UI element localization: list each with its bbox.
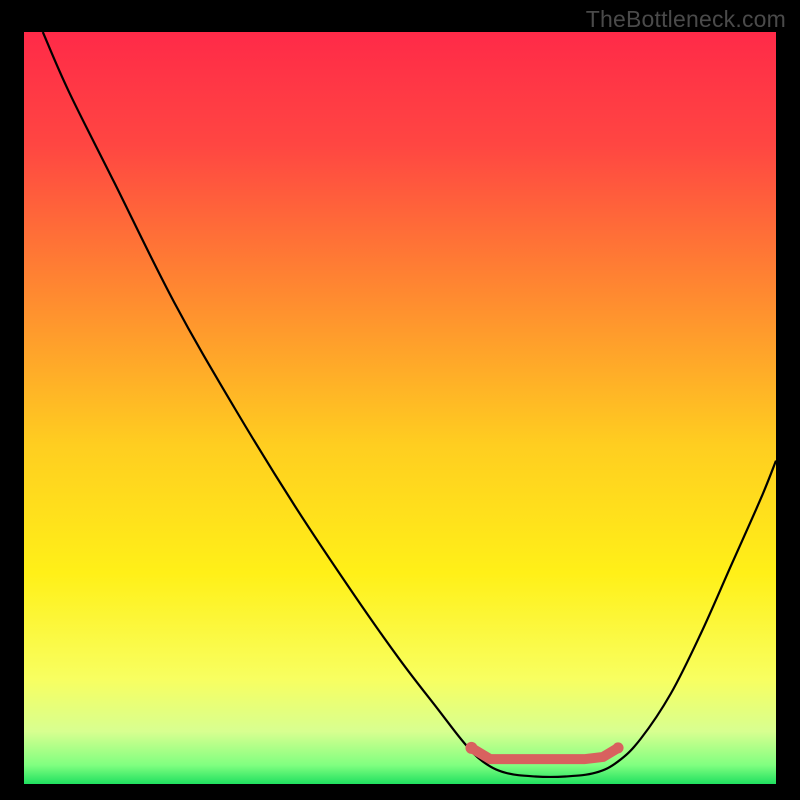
optimal-range-endpoint-left xyxy=(465,742,477,754)
bottleneck-chart xyxy=(24,32,776,784)
gradient-background xyxy=(24,32,776,784)
watermark-text: TheBottleneck.com xyxy=(586,6,786,33)
optimal-range-endpoint-right xyxy=(613,742,624,753)
